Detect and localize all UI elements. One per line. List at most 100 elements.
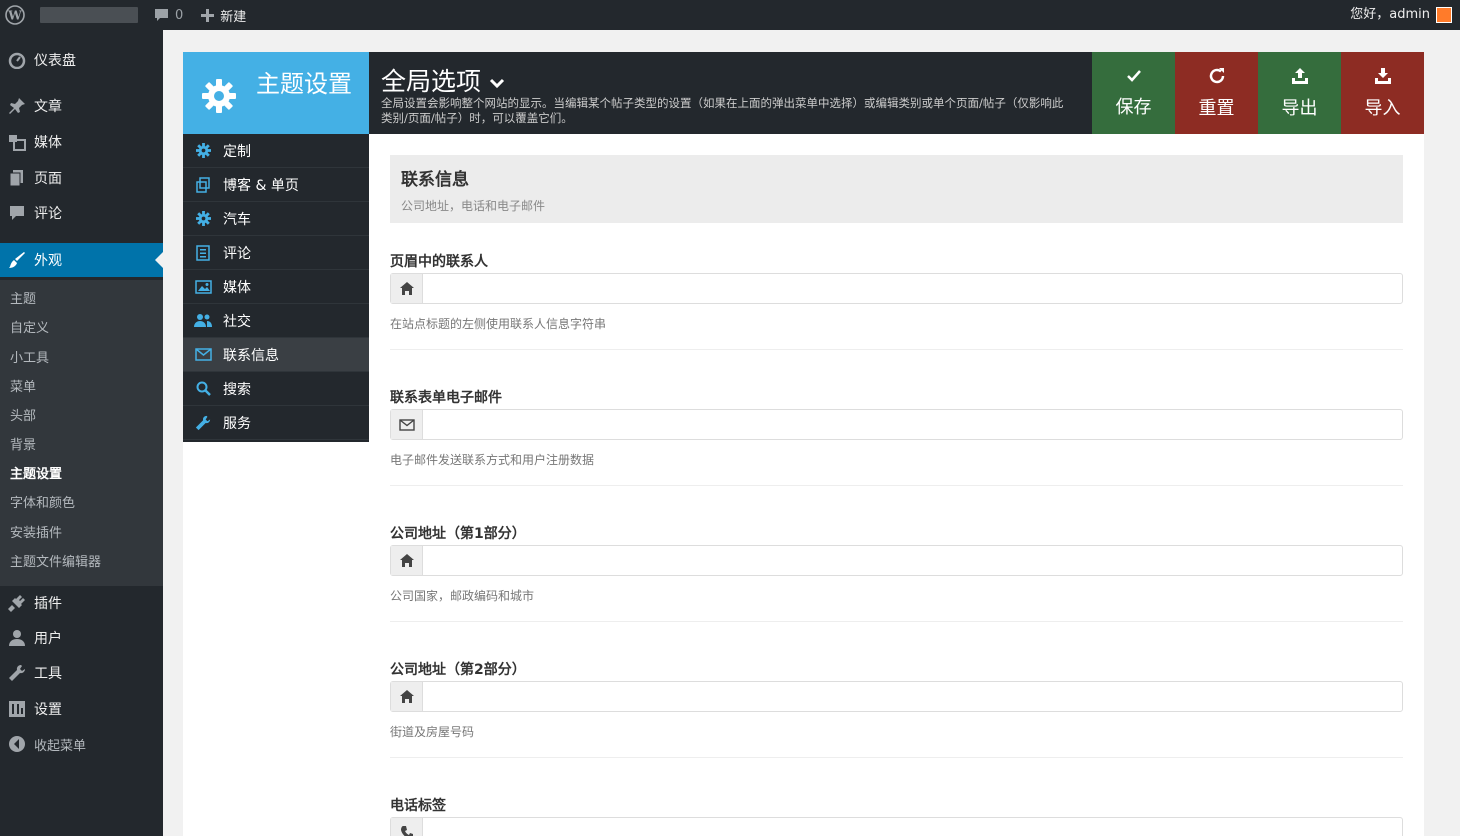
section-description: 全局设置会影响整个网站的显示。当编辑某个帖子类型的设置（如果在上面的弹出菜单中选… [381,96,1064,125]
site-name[interactable] [40,7,138,23]
howdy-user[interactable]: 您好，admin [1350,0,1430,30]
plugin-icon [0,594,34,612]
home-icon [391,274,423,303]
nav-label: 服务 [223,415,251,432]
menu-label: 插件 [34,596,62,612]
input-group [390,273,1403,304]
divider [390,757,1403,758]
pin-icon [0,97,34,115]
phone-label-input[interactable] [423,818,1402,836]
menu-appearance[interactable]: 外观 [0,243,163,277]
brand-title: 主题设置 [256,70,352,98]
nav-item-media[interactable]: 媒体 [183,270,369,304]
menu-label: 外观 [34,253,62,269]
submenu-item-themes[interactable]: 主题 [10,289,36,311]
divider [390,485,1403,486]
phone-icon [391,818,423,836]
new-content-link[interactable]: 新建 [201,6,246,25]
submenu-item-theme-settings[interactable]: 主题设置 [10,464,62,486]
import-button[interactable]: 导入 [1341,52,1424,134]
nav-label: 定制 [223,143,251,160]
nav-item-customize[interactable]: 定制 [183,134,369,168]
settings-icon [0,700,34,718]
input-group [390,817,1403,836]
search-icon [183,381,223,396]
menu-comments[interactable]: 评论 [0,196,163,230]
submenu-item-install-plugins[interactable]: 安装插件 [10,523,62,545]
submenu-item-theme-editor[interactable]: 主题文件编辑器 [10,552,101,574]
menu-pages[interactable]: 页面 [0,161,163,195]
nav-item-services[interactable]: 服务 [183,406,369,440]
input-group [390,409,1403,440]
menu-settings[interactable]: 设置 [0,692,163,726]
export-button[interactable]: 导出 [1258,52,1341,134]
users-icon [183,313,223,328]
submenu-item-menus[interactable]: 菜单 [10,377,36,399]
gear-icon [183,211,223,226]
reset-label: 重置 [1198,97,1235,119]
save-label: 保存 [1115,96,1152,118]
menu-plugins[interactable]: 插件 [0,586,163,620]
envelope-icon [183,348,223,361]
company-address-2-input[interactable] [423,682,1402,711]
image-icon [183,279,223,294]
section-subheading: 公司地址，电话和电子邮件 [401,199,546,213]
copy-icon [183,176,223,193]
admin-menu: 仪表盘 文章 媒体 页面 评论 外观 主题 自定义 小工具 菜单 头部 背景 主… [0,30,163,836]
menu-collapse[interactable]: 收起菜单 [0,727,163,761]
nav-item-comments[interactable]: 评论 [183,236,369,270]
avatar[interactable] [1436,7,1452,23]
menu-users[interactable]: 用户 [0,621,163,655]
field-label: 页眉中的联系人 [390,254,488,270]
submenu-item-widgets[interactable]: 小工具 [10,348,49,370]
menu-dashboard[interactable]: 仪表盘 [0,43,163,77]
menu-tools[interactable]: 工具 [0,656,163,690]
comment-icon [0,204,34,222]
comments-count: 0 [175,7,184,23]
nav-item-social[interactable]: 社交 [183,304,369,338]
nav-label: 搜索 [223,381,251,398]
comments-link[interactable]: 0 [154,8,183,23]
company-address-1-input[interactable] [423,546,1402,575]
submenu-item-header[interactable]: 头部 [10,406,36,428]
theme-settings-nav: 定制 博客 & 单页 汽车 评论 媒体 社交 联系信息 搜索 服务 [183,134,369,442]
header-contact-input[interactable] [423,274,1402,303]
menu-posts[interactable]: 文章 [0,89,163,123]
options-header: 全局选项 全局设置会影响整个网站的显示。当编辑某个帖子类型的设置（如果在上面的弹… [369,52,1424,134]
field-help: 街道及房屋号码 [390,725,475,739]
reset-button[interactable]: 重置 [1175,52,1258,134]
plus-icon [201,8,215,22]
chevron-down-icon [489,66,505,95]
nav-label: 博客 & 单页 [223,177,299,194]
nav-label: 评论 [223,245,251,262]
nav-item-contact-info[interactable]: 联系信息 [183,338,369,372]
wordpress-logo-icon[interactable]: W [0,0,30,30]
save-button[interactable]: 保存 [1092,52,1175,134]
nav-item-search[interactable]: 搜索 [183,372,369,406]
dashboard-icon [0,51,34,69]
theme-settings-brand: 主题设置 [183,52,369,134]
document-icon [183,244,223,261]
export-label: 导出 [1281,97,1318,119]
submenu-item-fonts-colors[interactable]: 字体和颜色 [10,493,75,515]
submenu-item-background[interactable]: 背景 [10,435,36,457]
import-label: 导入 [1364,97,1401,119]
divider [390,621,1403,622]
menu-media[interactable]: 媒体 [0,125,163,159]
home-icon [391,682,423,711]
nav-item-blog[interactable]: 博客 & 单页 [183,168,369,202]
nav-item-cars[interactable]: 汽车 [183,202,369,236]
section-selector[interactable]: 全局选项 [381,62,505,98]
menu-label: 页面 [34,171,62,187]
submenu-item-customize[interactable]: 自定义 [10,318,49,340]
input-group [390,545,1403,576]
menu-label: 收起菜单 [34,738,87,754]
nav-label: 汽车 [223,211,251,228]
input-group [390,681,1403,712]
home-icon [391,546,423,575]
nav-label: 联系信息 [223,347,279,364]
contact-email-input[interactable] [423,410,1402,439]
page-icon [0,169,34,187]
refresh-icon [1208,67,1226,90]
field-label: 电话标签 [390,798,446,814]
